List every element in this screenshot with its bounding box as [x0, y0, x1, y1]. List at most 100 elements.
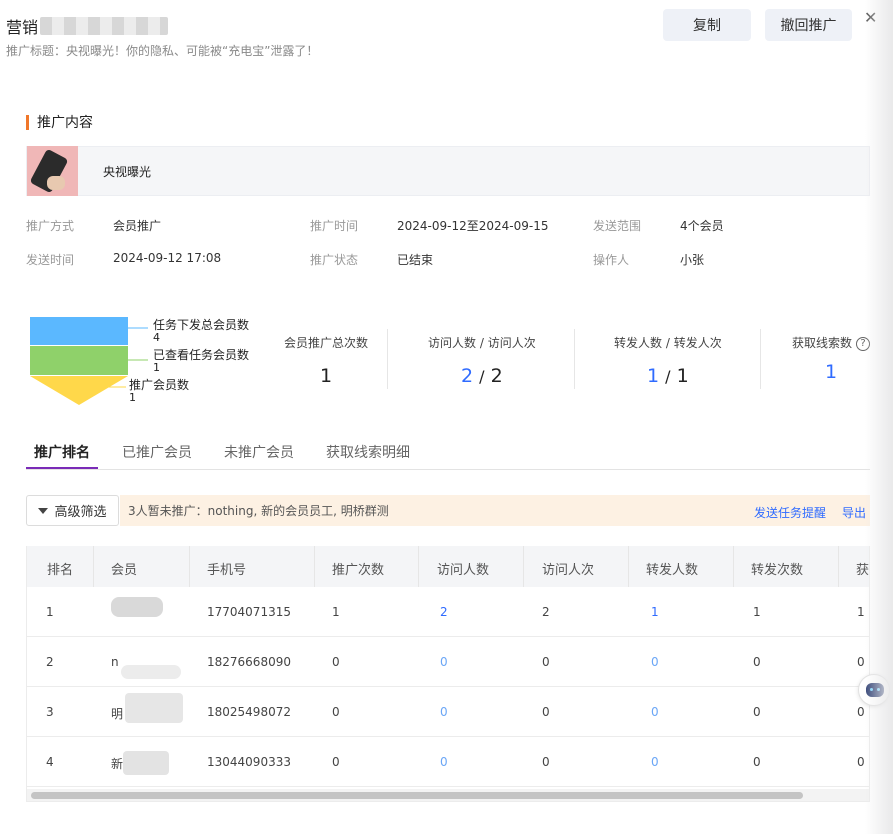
cell-visitors[interactable]: 2: [440, 605, 448, 619]
cell-visitors[interactable]: 0: [440, 655, 448, 669]
help-icon[interactable]: ?: [856, 336, 871, 351]
cell-promotions: 1: [332, 605, 340, 619]
cell-phone: 17704071315: [207, 605, 291, 619]
promotion-content-card[interactable]: 央视曝光: [26, 146, 870, 196]
stat-divider: [760, 329, 761, 389]
cell-rank: 3: [46, 705, 54, 719]
funnel-level-2: [30, 346, 128, 375]
content-thumbnail: [27, 146, 78, 196]
stat-visits-label: 访问人数 / 访问人次: [428, 334, 536, 351]
cell-phone: 18025498072: [207, 705, 291, 719]
info-scope-value: 4个会员: [680, 219, 724, 233]
robot-head: [866, 683, 884, 697]
cell-member: 明: [111, 707, 124, 721]
horizontal-scrollbar[interactable]: [31, 792, 803, 799]
sharer-count-label: 转发人数: [614, 336, 663, 350]
funnel-value-3: 1: [129, 391, 136, 404]
col-separator: [628, 546, 629, 587]
funnel-label-3: 推广会员数: [129, 378, 190, 392]
cell-shares: 0: [753, 705, 761, 719]
col-separator: [733, 546, 734, 587]
info-scope-key: 发送范围: [593, 219, 642, 233]
cell-visitors[interactable]: 0: [440, 755, 448, 769]
cell-rank: 1: [46, 605, 54, 619]
close-icon[interactable]: ✕: [864, 8, 877, 27]
stat-visits: 访问人数 / 访问人次 2 / 2: [428, 334, 536, 387]
col-visits: 访问人次: [542, 563, 595, 578]
copy-button[interactable]: 复制: [663, 9, 751, 41]
funnel-label-2: 已查看任务会员数: [153, 348, 250, 362]
tab-promotion-ranking[interactable]: 推广排名: [34, 442, 90, 462]
col-sharers: 转发人数: [646, 563, 699, 578]
info-status-value: 已结束: [397, 253, 434, 267]
sharer-count-value[interactable]: 1: [647, 365, 659, 387]
redacted-avatar: [111, 597, 163, 617]
hand-image: [47, 176, 65, 190]
stat-total-value: 1: [319, 365, 333, 387]
assistant-robot-icon[interactable]: [858, 674, 890, 706]
info-operator-value: 小张: [680, 253, 705, 267]
tab-unpromoted-members[interactable]: 未推广会员: [224, 442, 294, 462]
info-time-value: 2024-09-12至2024-09-15: [397, 219, 549, 233]
send-reminder-link[interactable]: 发送任务提醒: [754, 504, 826, 521]
cell-sharers[interactable]: 0: [651, 755, 659, 769]
promotion-funnel: 任务下发总会员数 4 已查看任务会员数 1 推广会员数 1: [28, 315, 258, 410]
stat-divider: [387, 329, 388, 389]
robot-eye: [877, 688, 880, 691]
cell-promotions: 0: [332, 755, 340, 769]
visitor-count-value[interactable]: 2: [461, 365, 473, 387]
col-separator: [838, 546, 839, 587]
stat-leads: 获取线索数? 1: [792, 334, 871, 383]
cell-member: 新: [111, 757, 124, 771]
advanced-filter-button[interactable]: 高级筛选: [26, 495, 119, 526]
table-row[interactable]: 1 17704071315 1 2 2 1 1 1: [27, 587, 869, 637]
stat-leads-value: 1: [792, 361, 870, 383]
funnel-value-1: 4: [153, 331, 160, 344]
visit-count-label: 访问人次: [487, 336, 536, 350]
col-leads: 获取: [856, 563, 870, 578]
table-row[interactable]: 4 新 13044090333 0 0 0 0 0 0: [27, 737, 869, 787]
stat-total-label: 会员推广总次数: [284, 336, 369, 350]
redacted-name: [123, 751, 169, 775]
tab-promoted-members[interactable]: 已推广会员: [122, 442, 192, 462]
col-rank: 排名: [47, 563, 74, 578]
cell-sharers[interactable]: 0: [651, 655, 659, 669]
tab-lead-details[interactable]: 获取线索明细: [326, 442, 410, 462]
export-link[interactable]: 导出: [842, 504, 866, 521]
col-visitors: 访问人数: [437, 563, 490, 578]
filter-icon: [38, 507, 49, 514]
cell-visitors[interactable]: 0: [440, 705, 448, 719]
table-row[interactable]: 3 明 18025498072 0 0 0 0 0 0: [27, 687, 869, 737]
robot-eye: [870, 688, 873, 691]
cell-rank: 4: [46, 755, 54, 769]
col-separator: [93, 546, 94, 587]
withdraw-promotion-button[interactable]: 撤回推广: [765, 9, 852, 41]
info-operator-key: 操作人: [593, 253, 630, 267]
table-row[interactable]: 2 n 18276668090 0 0 0 0 0 0: [27, 637, 869, 687]
cell-phone: 18276668090: [207, 655, 291, 669]
stat-shares: 转发人数 / 转发人次 1 / 1: [614, 334, 722, 387]
cell-leads: 1: [857, 605, 865, 619]
stat-total-promotions: 会员推广总次数 1: [284, 334, 368, 387]
promotion-detail-panel: 营销 推广标题：央视曝光！你的隐私、可能被“充电宝”泄露了！ 复制 撤回推广 ✕…: [0, 0, 893, 834]
col-separator: [523, 546, 524, 587]
shares-value-separator: /: [665, 367, 671, 386]
redacted-title: [40, 17, 169, 35]
cell-shares: 0: [753, 755, 761, 769]
section-title-text: 推广内容: [37, 115, 93, 131]
info-method-key: 推广方式: [26, 219, 75, 233]
cell-promotions: 0: [332, 705, 340, 719]
table-header: 排名 会员 手机号 推广次数 访问人数 访问人次 转发人数 转发次数 获取: [27, 546, 870, 587]
col-member: 会员: [111, 563, 138, 578]
stat-shares-value: 1 / 1: [614, 365, 722, 387]
cell-sharers[interactable]: 1: [651, 605, 659, 619]
col-separator: [189, 546, 190, 587]
cell-phone: 13044090333: [207, 755, 291, 769]
section-title: 推广内容: [26, 112, 93, 132]
cell-member: n: [111, 655, 119, 669]
section-accent-bar: [26, 114, 29, 130]
cell-sharers[interactable]: 0: [651, 705, 659, 719]
stat-shares-label: 转发人数 / 转发人次: [614, 334, 722, 351]
info-status-key: 推广状态: [310, 253, 359, 267]
leads-count-value[interactable]: 1: [825, 361, 837, 383]
